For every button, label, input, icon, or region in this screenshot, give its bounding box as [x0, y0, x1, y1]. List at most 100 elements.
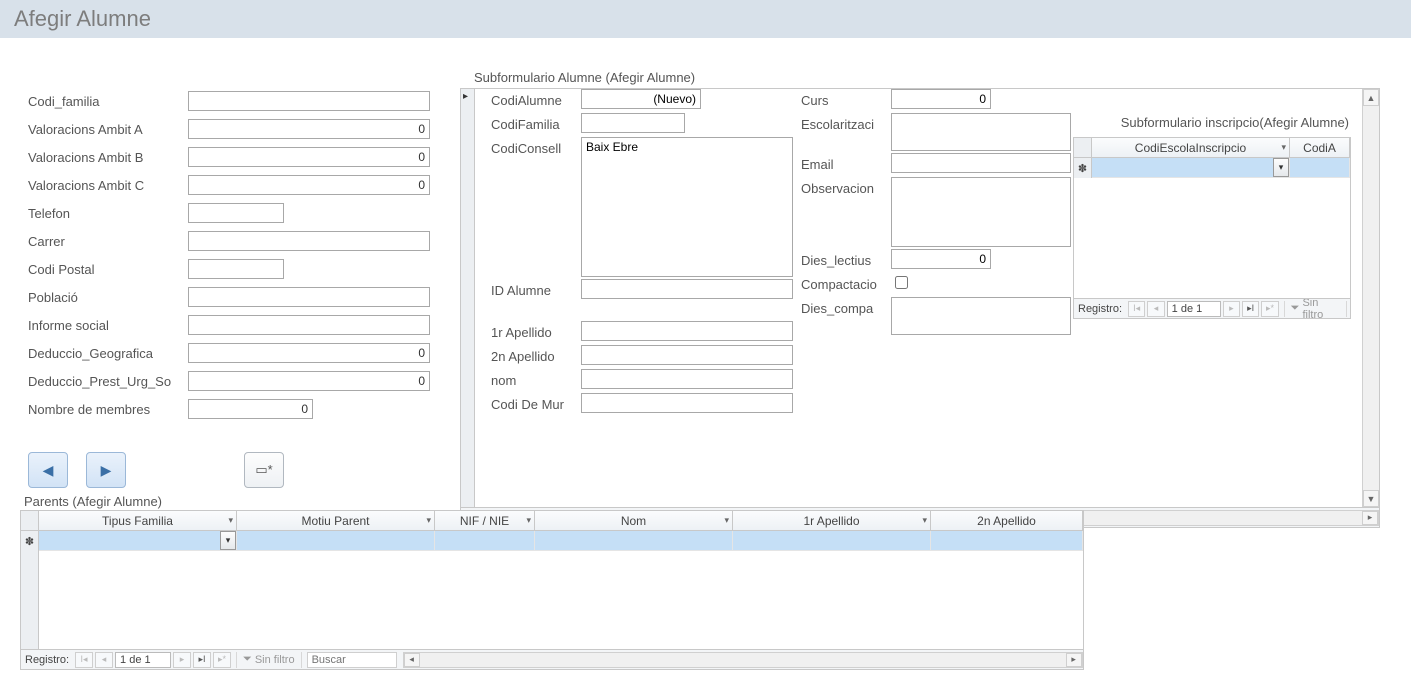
codiconsell-label: CodiConsell: [491, 137, 581, 159]
dropdown-icon[interactable]: ▾: [526, 515, 531, 526]
codi-postal-input[interactable]: [188, 259, 284, 279]
filter-indicator[interactable]: ⏷ Sin filtro: [236, 652, 302, 668]
prev-record-button[interactable]: ◀: [28, 452, 68, 488]
new-row-marker: ✽: [21, 531, 39, 551]
scroll-right-icon[interactable]: ▸: [1066, 653, 1082, 667]
new-nav-record-icon[interactable]: ▸*: [1261, 301, 1278, 317]
tipusfamilia-cell[interactable]: ▾: [39, 531, 237, 551]
next-record-button[interactable]: ▶: [86, 452, 126, 488]
first-record-icon[interactable]: I◂: [1128, 301, 1145, 317]
subform-alumne-title: Subformulario Alumne (Afegir Alumne): [474, 70, 695, 85]
record-position[interactable]: 1 de 1: [1167, 301, 1221, 317]
page-title: Afegir Alumne: [14, 6, 151, 32]
scroll-right-icon[interactable]: ▸: [1362, 511, 1378, 525]
escolar-label: Escolaritzaci: [801, 113, 891, 135]
nomparent-cell[interactable]: [535, 531, 733, 551]
val-a-input[interactable]: [188, 119, 430, 139]
codifamilia-label: CodiFamilia: [491, 113, 581, 135]
email-input[interactable]: [891, 153, 1071, 173]
codi-familia-input[interactable]: [188, 91, 430, 111]
datasheet-selector-header[interactable]: [1074, 138, 1092, 157]
escolar-input[interactable]: [891, 113, 1071, 151]
next-record-icon[interactable]: ▸: [173, 652, 191, 668]
informe-input[interactable]: [188, 315, 430, 335]
new-nav-record-icon[interactable]: ▸*: [213, 652, 231, 668]
ded-geo-input[interactable]: [188, 343, 430, 363]
col-nom-header[interactable]: Nom▾: [535, 511, 733, 530]
nom-input[interactable]: [581, 369, 793, 389]
filter-indicator[interactable]: ⏷ Sin filtro: [1284, 301, 1347, 317]
new-record-button[interactable]: ▭*: [244, 452, 284, 488]
prev-record-icon[interactable]: ◂: [95, 652, 113, 668]
parents-selector-header[interactable]: [21, 511, 39, 530]
last-record-icon[interactable]: ▸I: [193, 652, 211, 668]
curs-label: Curs: [801, 89, 891, 111]
apellido2parent-cell[interactable]: [931, 531, 1083, 551]
filter-icon: ⏷: [1291, 302, 1300, 315]
carrer-input[interactable]: [188, 231, 430, 251]
dropdown-icon[interactable]: ▾: [724, 515, 729, 526]
membres-input[interactable]: [188, 399, 313, 419]
col-codia-header[interactable]: CodiA: [1290, 138, 1350, 157]
apellido1-input[interactable]: [581, 321, 793, 341]
first-record-icon[interactable]: I◂: [75, 652, 93, 668]
telefon-input[interactable]: [188, 203, 284, 223]
recnav-label-p: Registro:: [25, 654, 69, 666]
nif-cell[interactable]: [435, 531, 535, 551]
scroll-up-icon[interactable]: ▲: [1363, 89, 1379, 106]
dropdown-icon[interactable]: ▾: [1281, 142, 1286, 153]
inscripcio-record-nav: Registro: I◂ ◂ 1 de 1 ▸ ▸I ▸* ⏷ Sin filt…: [1074, 298, 1350, 318]
new-row[interactable]: ✽ ▾: [1074, 158, 1350, 178]
combo-dropdown-icon[interactable]: ▾: [1273, 158, 1289, 177]
codialumne-input[interactable]: [581, 89, 701, 109]
col-motiuparent-header[interactable]: Motiu Parent▾: [237, 511, 435, 530]
search-input[interactable]: [307, 652, 397, 668]
codifamilia-input[interactable]: [581, 113, 685, 133]
scroll-left-icon[interactable]: ◂: [404, 653, 420, 667]
col-tipusfamilia-header[interactable]: Tipus Familia▾: [39, 511, 237, 530]
horizontal-scrollbar[interactable]: ◂ ▸: [403, 652, 1083, 668]
poblacio-input[interactable]: [188, 287, 430, 307]
compact-checkbox[interactable]: [895, 276, 908, 289]
filter-icon: ⏷: [243, 653, 252, 666]
prev-record-icon[interactable]: ◂: [1147, 301, 1164, 317]
val-b-input[interactable]: [188, 147, 430, 167]
vertical-scrollbar[interactable]: ▲ ▼: [1362, 89, 1379, 507]
obs-input[interactable]: [891, 177, 1071, 247]
apellido2-label: 2n Apellido: [491, 345, 581, 367]
scroll-down-icon[interactable]: ▼: [1363, 490, 1379, 507]
codiescola-cell[interactable]: ▾: [1092, 158, 1290, 178]
record-position[interactable]: 1 de 1: [115, 652, 171, 668]
apellido2-input[interactable]: [581, 345, 793, 365]
dies-lect-input[interactable]: [891, 249, 991, 269]
col-codiescola-header[interactable]: CodiEscolaInscripcio ▾: [1092, 138, 1290, 157]
idalumne-label: ID Alumne: [491, 279, 581, 301]
codia-cell[interactable]: [1290, 158, 1350, 178]
val-c-input[interactable]: [188, 175, 430, 195]
idalumne-input[interactable]: [581, 279, 793, 299]
parents-new-row[interactable]: ✽ ▾: [21, 531, 1083, 551]
record-selector[interactable]: ▸: [461, 89, 475, 507]
subform-parents: Tipus Familia▾ Motiu Parent▾ NIF / NIE▾ …: [20, 510, 1084, 670]
curs-input[interactable]: [891, 89, 991, 109]
apellido1parent-cell[interactable]: [733, 531, 931, 551]
col-apellido2-header[interactable]: 2n Apellido: [931, 511, 1083, 530]
informe-label: Informe social: [28, 318, 188, 333]
dropdown-icon[interactable]: ▾: [426, 515, 431, 526]
col-apellido1-header[interactable]: 1r Apellido▾: [733, 511, 931, 530]
next-record-icon[interactable]: ▸: [1223, 301, 1240, 317]
parents-record-nav: Registro: I◂ ◂ 1 de 1 ▸ ▸I ▸* ⏷ Sin filt…: [21, 649, 1083, 669]
dropdown-icon[interactable]: ▾: [922, 515, 927, 526]
codimun-input[interactable]: [581, 393, 793, 413]
subform-inscripcio: CodiEscolaInscripcio ▾ CodiA ✽ ▾: [1073, 137, 1351, 319]
ded-prest-input[interactable]: [188, 371, 430, 391]
col-nif-header[interactable]: NIF / NIE▾: [435, 511, 535, 530]
codi-familia-label: Codi_familia: [28, 94, 188, 109]
triangle-left-icon: ◀: [43, 462, 54, 479]
last-record-icon[interactable]: ▸I: [1242, 301, 1259, 317]
dies-compa-input[interactable]: [891, 297, 1071, 335]
codiconsell-input[interactable]: [581, 137, 793, 277]
motiuparent-cell[interactable]: [237, 531, 435, 551]
combo-dropdown-icon[interactable]: ▾: [220, 531, 236, 550]
dropdown-icon[interactable]: ▾: [228, 515, 233, 526]
